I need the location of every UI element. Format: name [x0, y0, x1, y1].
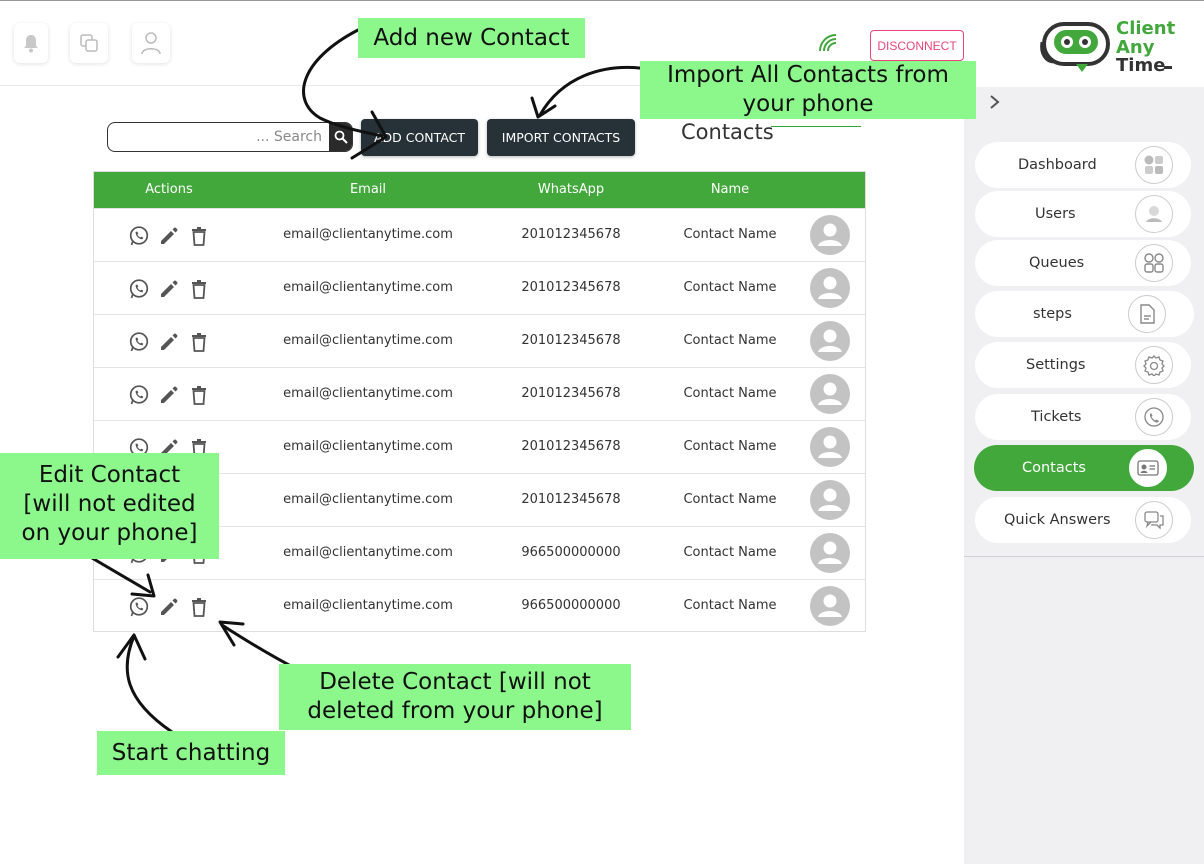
callout-edit-contact: Edit Contact [will not edited on your ph… — [0, 453, 219, 559]
callout-delete-line-1: Delete Contact [will not — [319, 669, 591, 695]
callout-edit-line-3: on your phone] — [21, 520, 198, 546]
arrowhead-delete-contact — [218, 620, 245, 647]
callout-import-contacts: Import All Contacts from your phone — [640, 61, 976, 119]
callout-edit-line-2: [will not edited — [23, 491, 196, 517]
callout-delete-line-2: deleted from your phone] — [307, 698, 603, 724]
callout-import-line-2: your phone — [742, 91, 874, 117]
arrow-start-chatting — [125, 634, 174, 734]
callout-edit-line-1: Edit Contact — [38, 462, 181, 488]
callout-import-line-1: Import All Contacts from — [667, 62, 949, 88]
callout-add-contact: Add new Contact — [358, 18, 585, 58]
callout-delete-contact: Delete Contact [will not deleted from yo… — [279, 664, 631, 730]
callout-start-chatting: Start chatting — [97, 731, 285, 775]
arrow-import-contacts — [538, 65, 657, 117]
